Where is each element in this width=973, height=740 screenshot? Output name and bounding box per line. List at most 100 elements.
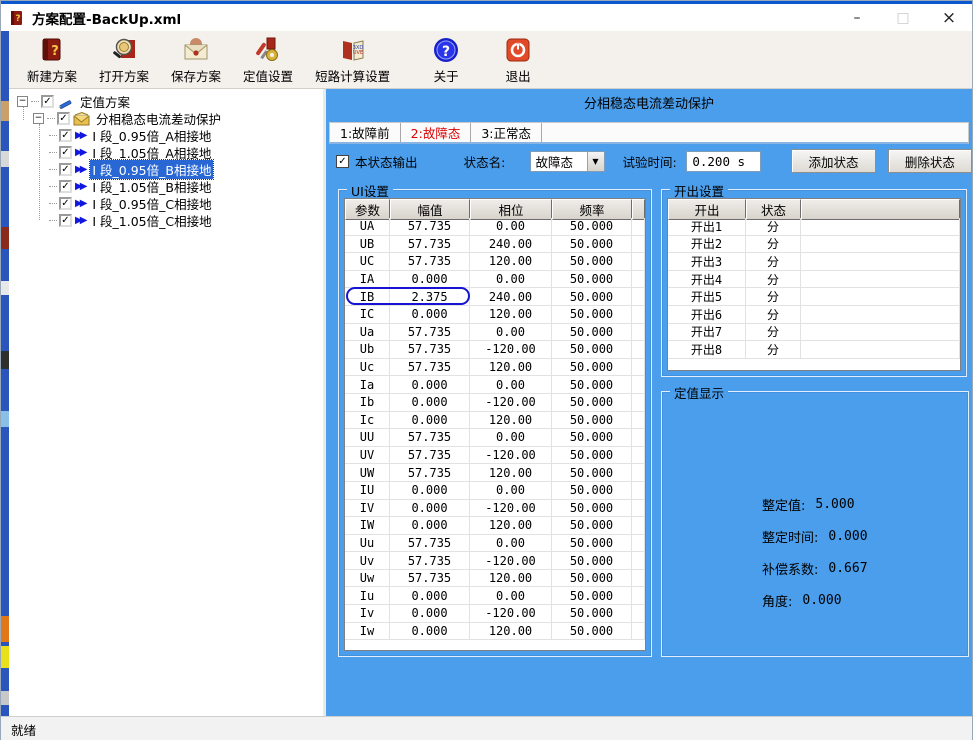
ui-table-row[interactable]: UC 57.735 120.00 50.000: [345, 253, 645, 271]
phase-cell[interactable]: 120.00: [470, 464, 552, 481]
phase-cell[interactable]: 120.00: [470, 253, 552, 270]
ui-table-row[interactable]: UA 57.735 0.00 50.000: [345, 218, 645, 236]
delete-state-button[interactable]: 删除状态: [888, 149, 972, 173]
phase-cell[interactable]: 0.00: [470, 482, 552, 499]
tree-item-checkbox[interactable]: ✓: [59, 146, 72, 159]
ui-table-row[interactable]: Ia 0.000 0.00 50.000: [345, 376, 645, 394]
state-tab[interactable]: 1:故障前: [330, 123, 401, 142]
setting-value-button[interactable]: 定值设置: [235, 33, 301, 87]
frequency-cell[interactable]: 50.000: [552, 605, 632, 622]
phase-cell[interactable]: 240.00: [470, 236, 552, 253]
amplitude-cell[interactable]: 0.000: [390, 517, 470, 534]
amplitude-cell[interactable]: 57.735: [390, 324, 470, 341]
frequency-cell[interactable]: 50.000: [552, 236, 632, 253]
param-cell[interactable]: IB: [345, 288, 390, 305]
param-cell[interactable]: Uc: [345, 359, 390, 376]
amplitude-cell[interactable]: 0.000: [390, 271, 470, 288]
frequency-cell[interactable]: 50.000: [552, 288, 632, 305]
collapse-icon[interactable]: −: [17, 96, 28, 107]
frequency-cell[interactable]: 50.000: [552, 552, 632, 569]
frequency-cell[interactable]: 50.000: [552, 570, 632, 587]
output-table-row[interactable]: 开出6 分: [668, 306, 960, 324]
param-cell[interactable]: UV: [345, 447, 390, 464]
minimize-button[interactable]: –: [834, 4, 880, 31]
tree-item-checkbox[interactable]: ✓: [59, 129, 72, 142]
amplitude-cell[interactable]: 0.000: [390, 605, 470, 622]
param-cell[interactable]: UW: [345, 464, 390, 481]
ui-table-row[interactable]: IW 0.000 120.00 50.000: [345, 517, 645, 535]
amplitude-cell[interactable]: 0.000: [390, 482, 470, 499]
param-cell[interactable]: UB: [345, 236, 390, 253]
output-table-row[interactable]: 开出4 分: [668, 271, 960, 289]
phase-cell[interactable]: 120.00: [470, 517, 552, 534]
tree-item-checkbox[interactable]: ✓: [59, 163, 72, 176]
collapse-icon[interactable]: −: [33, 113, 44, 124]
ui-table-row[interactable]: Uw 57.735 120.00 50.000: [345, 570, 645, 588]
column-header[interactable]: 幅值: [390, 199, 470, 220]
frequency-cell[interactable]: 50.000: [552, 623, 632, 640]
frequency-cell[interactable]: 50.000: [552, 324, 632, 341]
phase-cell[interactable]: -120.00: [470, 605, 552, 622]
ui-table-row[interactable]: Iu 0.000 0.00 50.000: [345, 587, 645, 605]
output-state-cell[interactable]: 分: [746, 271, 801, 288]
output-state-cell[interactable]: 分: [746, 341, 801, 358]
amplitude-cell[interactable]: 0.000: [390, 500, 470, 517]
output-table-row[interactable]: 开出8 分: [668, 341, 960, 359]
amplitude-cell[interactable]: 57.735: [390, 429, 470, 446]
phase-cell[interactable]: -120.00: [470, 447, 552, 464]
output-table-row[interactable]: 开出5 分: [668, 288, 960, 306]
output-state-cell[interactable]: 分: [746, 288, 801, 305]
amplitude-cell[interactable]: 57.735: [390, 218, 470, 235]
frequency-cell[interactable]: 50.000: [552, 376, 632, 393]
output-state-cell[interactable]: 分: [746, 253, 801, 270]
amplitude-cell[interactable]: 0.000: [390, 587, 470, 604]
param-cell[interactable]: Ua: [345, 324, 390, 341]
output-name-cell[interactable]: 开出3: [668, 253, 746, 270]
phase-cell[interactable]: 120.00: [470, 570, 552, 587]
ui-table-row[interactable]: Ic 0.000 120.00 50.000: [345, 412, 645, 430]
output-name-cell[interactable]: 开出8: [668, 341, 746, 358]
ui-table-row[interactable]: IA 0.000 0.00 50.000: [345, 271, 645, 289]
phase-cell[interactable]: 120.00: [470, 623, 552, 640]
amplitude-cell[interactable]: 0.000: [390, 376, 470, 393]
param-cell[interactable]: Ub: [345, 341, 390, 358]
amplitude-cell[interactable]: 57.735: [390, 535, 470, 552]
frequency-cell[interactable]: 50.000: [552, 412, 632, 429]
frequency-cell[interactable]: 50.000: [552, 447, 632, 464]
amplitude-cell[interactable]: 57.735: [390, 447, 470, 464]
frequency-cell[interactable]: 50.000: [552, 271, 632, 288]
output-table-row[interactable]: 开出7 分: [668, 324, 960, 342]
ui-table-row[interactable]: UW 57.735 120.00 50.000: [345, 464, 645, 482]
tree-group-checkbox[interactable]: ✓: [57, 112, 70, 125]
column-header[interactable]: [632, 199, 645, 220]
ui-table-row[interactable]: Ub 57.735 -120.00 50.000: [345, 341, 645, 359]
amplitude-cell[interactable]: 57.735: [390, 570, 470, 587]
ui-table-row[interactable]: Uc 57.735 120.00 50.000: [345, 359, 645, 377]
tree-group[interactable]: − ✓ 分相稳态电流差动保护: [9, 110, 323, 127]
output-name-cell[interactable]: 开出7: [668, 324, 746, 341]
amplitude-cell[interactable]: 57.735: [390, 552, 470, 569]
frequency-cell[interactable]: 50.000: [552, 341, 632, 358]
output-state-cell[interactable]: 分: [746, 324, 801, 341]
ui-table-row[interactable]: Uv 57.735 -120.00 50.000: [345, 552, 645, 570]
column-header[interactable]: [801, 199, 960, 220]
tree-item[interactable]: ✓ ▶▶ I 段_1.05倍_C相接地: [9, 212, 323, 229]
tree-item-checkbox[interactable]: ✓: [59, 197, 72, 210]
exit-button[interactable]: 退出: [494, 33, 542, 87]
amplitude-cell[interactable]: 0.000: [390, 412, 470, 429]
param-cell[interactable]: IC: [345, 306, 390, 323]
output-name-cell[interactable]: 开出1: [668, 218, 746, 235]
state-name-select[interactable]: 故障态 ▼: [530, 151, 605, 172]
output-name-cell[interactable]: 开出6: [668, 306, 746, 323]
chevron-down-icon[interactable]: ▼: [587, 152, 604, 171]
param-cell[interactable]: Ia: [345, 376, 390, 393]
frequency-cell[interactable]: 50.000: [552, 464, 632, 481]
param-cell[interactable]: UU: [345, 429, 390, 446]
about-button[interactable]: ? 关于: [422, 33, 470, 87]
param-cell[interactable]: Uv: [345, 552, 390, 569]
tree-item-checkbox[interactable]: ✓: [59, 214, 72, 227]
frequency-cell[interactable]: 50.000: [552, 429, 632, 446]
frequency-cell[interactable]: 50.000: [552, 500, 632, 517]
phase-cell[interactable]: 0.00: [470, 587, 552, 604]
output-name-cell[interactable]: 开出4: [668, 271, 746, 288]
